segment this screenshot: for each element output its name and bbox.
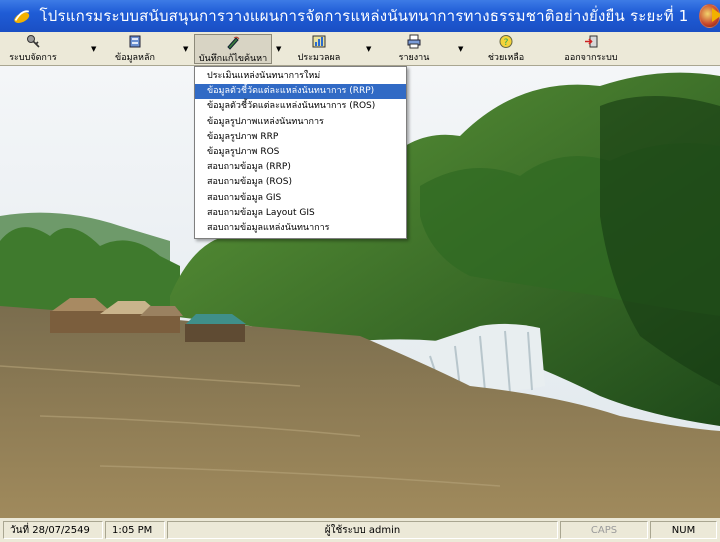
chevron-down-icon[interactable]: ▼ xyxy=(458,45,463,53)
chart-icon xyxy=(312,35,326,48)
toolbar-report-button[interactable]: รายงาน xyxy=(386,34,442,64)
toolbar-help-button[interactable]: ? ช่วยเหลือ xyxy=(476,34,536,64)
key-icon xyxy=(27,35,40,48)
app-icon xyxy=(14,10,30,24)
toolbar-master-data-button[interactable]: ข้อมูลหลัก xyxy=(106,34,164,64)
help-icon: ? xyxy=(499,35,513,48)
window-title: โปรแกรมระบบสนับสนุนการวางแผนการจัดการแหล… xyxy=(39,7,689,25)
toolbar-label: ช่วยเหลือ xyxy=(487,53,525,63)
exit-icon xyxy=(585,35,598,48)
menu-item-new-assessment[interactable]: ประเมินแหล่งนันทนาการใหม่ xyxy=(195,69,406,84)
menu-item-indicators-ros[interactable]: ข้อมูลตัวชี้วัดแต่ละแหล่งนันทนาการ (ROS) xyxy=(195,99,406,114)
printer-icon xyxy=(407,34,421,49)
menu-item-site-photos[interactable]: ข้อมูลรูปภาพแหล่งนันทนาการ xyxy=(195,115,406,130)
toolbar-label: ออกจากระบบ xyxy=(564,53,618,63)
chevron-down-icon[interactable]: ▼ xyxy=(91,45,96,53)
status-date: วันที่ 28/07/2549 xyxy=(3,521,103,539)
status-user: ผู้ใช้ระบบ admin xyxy=(167,521,558,539)
toolbar-logout-button[interactable]: ออกจากระบบ xyxy=(552,34,630,64)
toolbar-system-button[interactable]: ระบบจัดการ xyxy=(4,34,62,64)
status-caps: CAPS xyxy=(560,521,648,539)
edit-search-dropdown-menu: ประเมินแหล่งนันทนาการใหม่ ข้อมูลตัวชี้วั… xyxy=(194,66,407,239)
status-time: 1:05 PM xyxy=(105,521,165,539)
chevron-down-icon[interactable]: ▼ xyxy=(183,45,188,53)
toolbar-label: ข้อมูลหลัก xyxy=(115,53,155,63)
pencil-icon xyxy=(227,36,240,50)
menu-item-query-gis[interactable]: สอบถามข้อมูล GIS xyxy=(195,191,406,206)
chevron-down-icon[interactable]: ▼ xyxy=(276,45,281,53)
menu-item-photos-rrp[interactable]: ข้อมูลรูปภาพ RRP xyxy=(195,130,406,145)
toolbar-label: รายงาน xyxy=(398,53,430,63)
status-bar: วันที่ 28/07/2549 1:05 PM ผู้ใช้ระบบ adm… xyxy=(0,518,720,542)
corner-icon xyxy=(712,8,720,22)
menu-item-query-layout-gis[interactable]: สอบถามข้อมูล Layout GIS xyxy=(195,206,406,221)
toolbar: ระบบจัดการ ▼ ข้อมูลหลัก ▼ บันทึกแก้ไขค้น… xyxy=(0,32,720,66)
menu-item-query-rrp[interactable]: สอบถามข้อมูล (RRP) xyxy=(195,160,406,175)
toolbar-edit-search-button[interactable]: บันทึกแก้ไขค้นหา xyxy=(194,34,272,64)
database-icon xyxy=(129,35,141,48)
svg-text:?: ? xyxy=(504,38,509,48)
toolbar-label: ระบบจัดการ xyxy=(9,53,57,63)
status-num: NUM xyxy=(650,521,717,539)
toolbar-label: ประมวลผล xyxy=(297,53,341,63)
menu-item-query-ros[interactable]: สอบถามข้อมูล (ROS) xyxy=(195,175,406,190)
toolbar-label: บันทึกแก้ไขค้นหา xyxy=(198,54,268,64)
menu-item-indicators-rrp[interactable]: ข้อมูลตัวชี้วัดแต่ละแหล่งนันทนาการ (RRP) xyxy=(195,84,406,100)
title-bar: โปรแกรมระบบสนับสนุนการวางแผนการจัดการแหล… xyxy=(0,0,720,32)
menu-item-photos-ros[interactable]: ข้อมูลรูปภาพ ROS xyxy=(195,145,406,160)
menu-item-query-sites[interactable]: สอบถามข้อมูลแหล่งนันทนาการ xyxy=(195,221,406,236)
chevron-down-icon[interactable]: ▼ xyxy=(366,45,371,53)
toolbar-process-button[interactable]: ประมวลผล xyxy=(286,34,352,64)
